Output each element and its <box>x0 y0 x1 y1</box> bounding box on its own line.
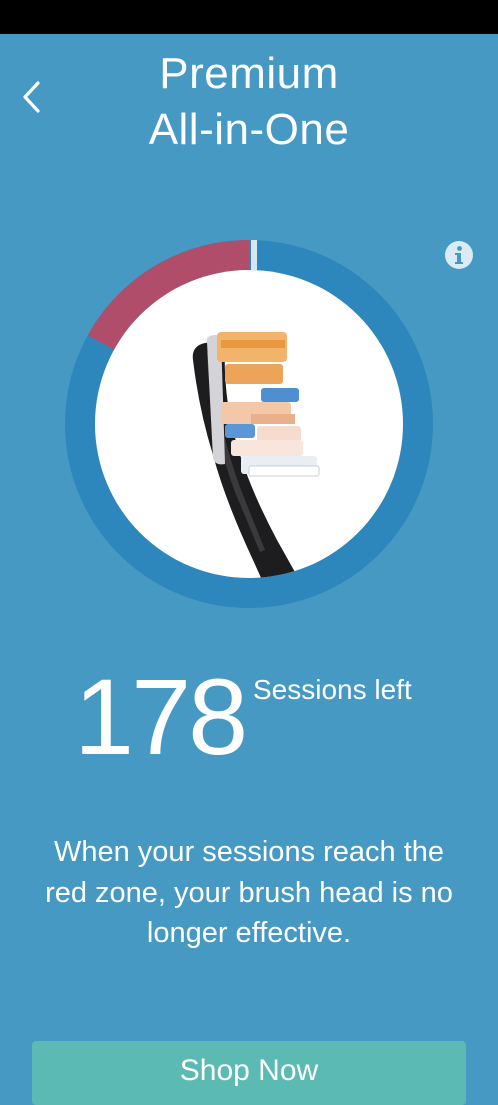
page-title-line-2: All-in-One <box>148 105 350 154</box>
sessions-label: Sessions left <box>253 674 412 705</box>
back-button[interactable] <box>12 77 52 117</box>
chevron-left-icon <box>23 81 40 113</box>
brush-head-screen: Premium All-in-One 178 Sessions left Whe… <box>0 34 498 1105</box>
sessions-count: 178 <box>74 656 248 777</box>
info-icon <box>445 241 473 269</box>
red-zone-explanation: When your sessions reach the red zone, y… <box>45 836 453 949</box>
status-bar <box>0 0 498 34</box>
page-title: Premium All-in-One <box>60 46 438 158</box>
info-button[interactable] <box>444 240 474 270</box>
shop-now-button[interactable]: Shop Now <box>32 1041 466 1105</box>
sessions-summary: 178 Sessions left <box>0 662 498 772</box>
brush-head-gauge <box>65 240 433 608</box>
page-title-line-1: Premium <box>159 49 339 98</box>
